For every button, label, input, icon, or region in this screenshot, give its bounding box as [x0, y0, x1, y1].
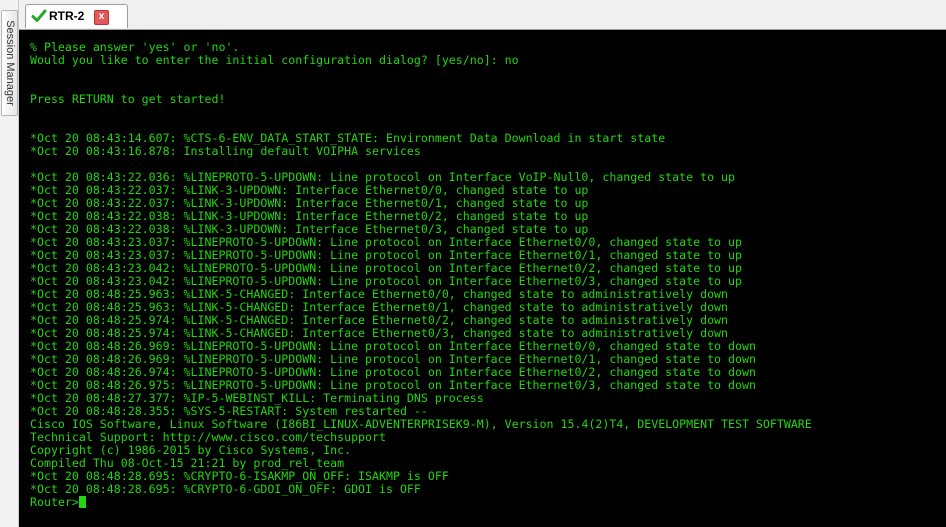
terminal-line: Press RETURN to get started! — [30, 92, 226, 106]
session-tab-bar: RTR-2 x — [19, 0, 946, 30]
check-icon — [31, 9, 47, 22]
terminal-console[interactable]: % Please answer 'yes' or 'no'. Would you … — [19, 30, 946, 527]
terminal-prompt: Router> — [30, 495, 79, 509]
terminal-line: *Oct 20 08:43:16.878: Installing default… — [30, 144, 421, 158]
session-manager-label: Session Manager — [3, 20, 16, 106]
session-tab-rtr-2[interactable]: RTR-2 x — [25, 4, 128, 28]
tab-title: RTR-2 — [49, 9, 85, 23]
close-icon[interactable]: x — [94, 10, 109, 25]
session-manager-tab[interactable]: Session Manager — [1, 10, 18, 116]
terminal-line: *Oct 20 08:48:28.695: %CRYPTO-6-GDOI_ON_… — [30, 482, 421, 496]
terminal-output: % Please answer 'yes' or 'no'. Would you … — [30, 41, 946, 496]
terminal-prompt-line[interactable]: Router> — [30, 496, 946, 509]
terminal-cursor — [78, 496, 86, 508]
terminal-line: Would you like to enter the initial conf… — [30, 53, 519, 67]
session-manager-panel: Session Manager — [0, 0, 19, 527]
